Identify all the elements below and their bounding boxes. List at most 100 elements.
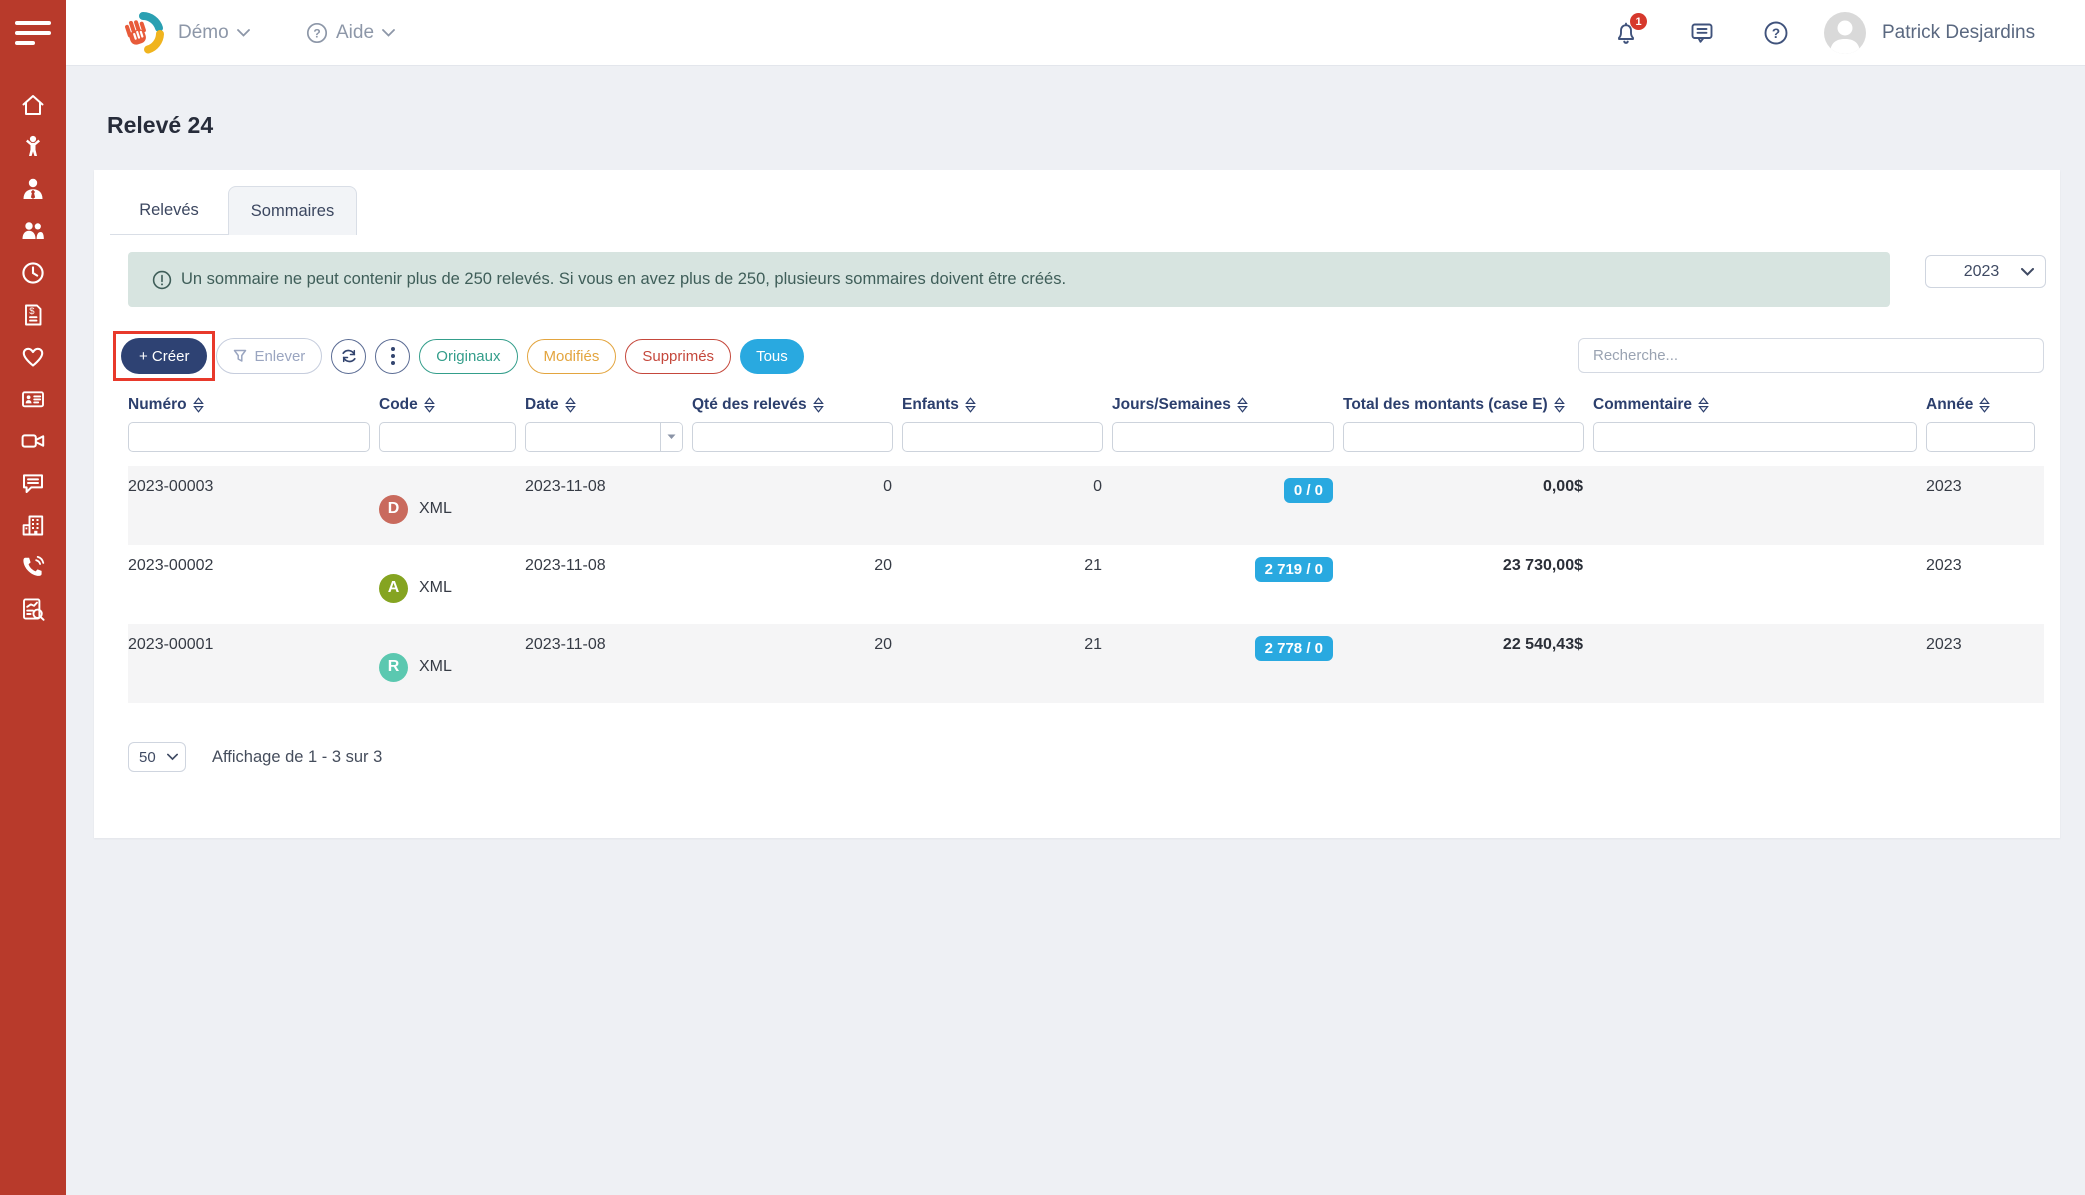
home-icon[interactable] <box>19 91 47 119</box>
chat-icon[interactable] <box>19 469 47 497</box>
create-button[interactable]: + Créer <box>121 338 207 374</box>
notification-badge: 1 <box>1630 13 1647 30</box>
info-banner: Un sommaire ne peut contenir plus de 250… <box>128 252 1890 307</box>
filter-numero-input[interactable] <box>128 422 370 452</box>
code-format-label: XML <box>419 658 452 676</box>
code-status-circle: A <box>379 574 408 603</box>
sort-icon <box>424 397 435 413</box>
cell-annee: 2023 <box>1926 624 2044 703</box>
refresh-button[interactable] <box>331 339 366 374</box>
educator-icon[interactable] <box>19 175 47 203</box>
filter-code-input[interactable] <box>379 422 516 452</box>
user-avatar[interactable] <box>1824 12 1866 54</box>
table-header-row: Numéro Code Date Qté des relevés Enfants… <box>128 388 2044 422</box>
table-row[interactable]: 2023-00001 R XML 2023-11-08 20 21 2 778 … <box>128 624 2044 703</box>
tab-releves[interactable]: Relevés <box>110 186 228 235</box>
invoice-icon[interactable]: $ <box>19 301 47 329</box>
toolbar: + Créer Enlever Originaux Modifiés Suppr… <box>121 338 804 374</box>
heart-icon[interactable] <box>19 343 47 371</box>
building-icon[interactable] <box>19 511 47 539</box>
phone-icon[interactable] <box>19 553 47 581</box>
tab-bar: Relevés Sommaires <box>110 186 357 235</box>
cell-code: A XML <box>379 545 525 624</box>
filter-supprimes-pill[interactable]: Supprimés <box>625 339 731 374</box>
filter-total-input[interactable] <box>1343 422 1584 452</box>
sort-icon <box>1237 397 1248 413</box>
help-icon[interactable]: ? <box>1762 19 1790 47</box>
filter-qte-input[interactable] <box>692 422 893 452</box>
clock-icon[interactable] <box>19 259 47 287</box>
cell-qte: 20 <box>692 624 902 703</box>
cell-date: 2023-11-08 <box>525 545 692 624</box>
hamburger-menu-icon[interactable] <box>0 0 66 66</box>
cell-jours: 2 719 / 0 <box>1112 545 1343 624</box>
sort-icon <box>813 397 824 413</box>
help-menu[interactable]: ? Aide <box>306 0 395 66</box>
column-header-date[interactable]: Date <box>525 388 692 422</box>
sidebar: $ <box>0 0 66 1195</box>
user-name[interactable]: Patrick Desjardins <box>1882 0 2035 66</box>
column-header-jours[interactable]: Jours/Semaines <box>1112 388 1343 422</box>
cell-commentaire <box>1593 624 1926 703</box>
org-menu[interactable]: Démo <box>178 0 250 66</box>
messages-icon[interactable] <box>1688 19 1716 47</box>
notifications-bell-icon[interactable]: 1 <box>1612 19 1640 47</box>
cell-commentaire <box>1593 545 1926 624</box>
cell-numero: 2023-00001 <box>128 624 379 703</box>
year-select-wrap: 2023 <box>1925 255 2046 288</box>
filter-funnel-icon <box>233 349 247 363</box>
chevron-down-icon <box>667 434 676 440</box>
cell-total: 22 540,43$ <box>1343 624 1593 703</box>
jours-badge: 2 719 / 0 <box>1255 557 1333 582</box>
more-options-button[interactable] <box>375 339 410 374</box>
filter-date-dropdown-button[interactable] <box>660 423 682 451</box>
column-header-commentaire[interactable]: Commentaire <box>1593 388 1926 422</box>
table-row[interactable]: 2023-00003 D XML 2023-11-08 0 0 0 / 0 0,… <box>128 466 2044 545</box>
jours-badge: 0 / 0 <box>1284 478 1333 503</box>
chevron-down-icon <box>237 29 250 37</box>
cell-code: R XML <box>379 624 525 703</box>
kebab-icon <box>391 347 395 365</box>
video-icon[interactable] <box>19 427 47 455</box>
column-header-total[interactable]: Total des montants (case E) <box>1343 388 1593 422</box>
info-icon <box>152 270 172 290</box>
help-menu-label: Aide <box>336 22 374 44</box>
pagination-summary: Affichage de 1 - 3 sur 3 <box>212 748 382 767</box>
pagination: 50 Affichage de 1 - 3 sur 3 <box>128 742 382 772</box>
column-header-annee[interactable]: Année <box>1926 388 2044 422</box>
tab-sommaires[interactable]: Sommaires <box>228 186 357 235</box>
column-header-code[interactable]: Code <box>379 388 525 422</box>
filter-originaux-pill[interactable]: Originaux <box>419 339 517 374</box>
code-status-circle: D <box>379 495 408 524</box>
table-filter-row <box>128 422 2044 466</box>
search-input[interactable] <box>1578 338 2044 373</box>
column-header-numero[interactable]: Numéro <box>128 388 379 422</box>
table-row[interactable]: 2023-00002 A XML 2023-11-08 20 21 2 719 … <box>128 545 2044 624</box>
remove-button-label: Enlever <box>254 348 305 365</box>
filter-modifies-pill[interactable]: Modifiés <box>527 339 617 374</box>
chevron-down-icon <box>382 29 395 37</box>
report-icon[interactable] <box>19 595 47 623</box>
page-size-select[interactable]: 50 <box>128 742 186 772</box>
filter-date-input[interactable] <box>526 423 660 452</box>
year-select[interactable]: 2023 <box>1925 255 2046 288</box>
filter-jours-input[interactable] <box>1112 422 1334 452</box>
group-icon[interactable] <box>19 217 47 245</box>
sort-icon <box>1698 397 1709 413</box>
remove-button[interactable]: Enlever <box>216 338 322 374</box>
column-header-qte[interactable]: Qté des relevés <box>692 388 902 422</box>
child-icon[interactable] <box>19 133 47 161</box>
svg-text:$: $ <box>29 306 35 317</box>
filter-annee-input[interactable] <box>1926 422 2035 452</box>
filter-commentaire-input[interactable] <box>1593 422 1917 452</box>
search-box <box>1578 338 2044 373</box>
filter-tous-pill[interactable]: Tous <box>740 339 804 374</box>
cell-jours: 2 778 / 0 <box>1112 624 1343 703</box>
column-header-enfants[interactable]: Enfants <box>902 388 1112 422</box>
cell-numero: 2023-00003 <box>128 466 379 545</box>
cell-qte: 0 <box>692 466 902 545</box>
app-logo[interactable] <box>120 10 166 56</box>
cell-total: 23 730,00$ <box>1343 545 1593 624</box>
filter-enfants-input[interactable] <box>902 422 1103 452</box>
id-card-icon[interactable] <box>19 385 47 413</box>
